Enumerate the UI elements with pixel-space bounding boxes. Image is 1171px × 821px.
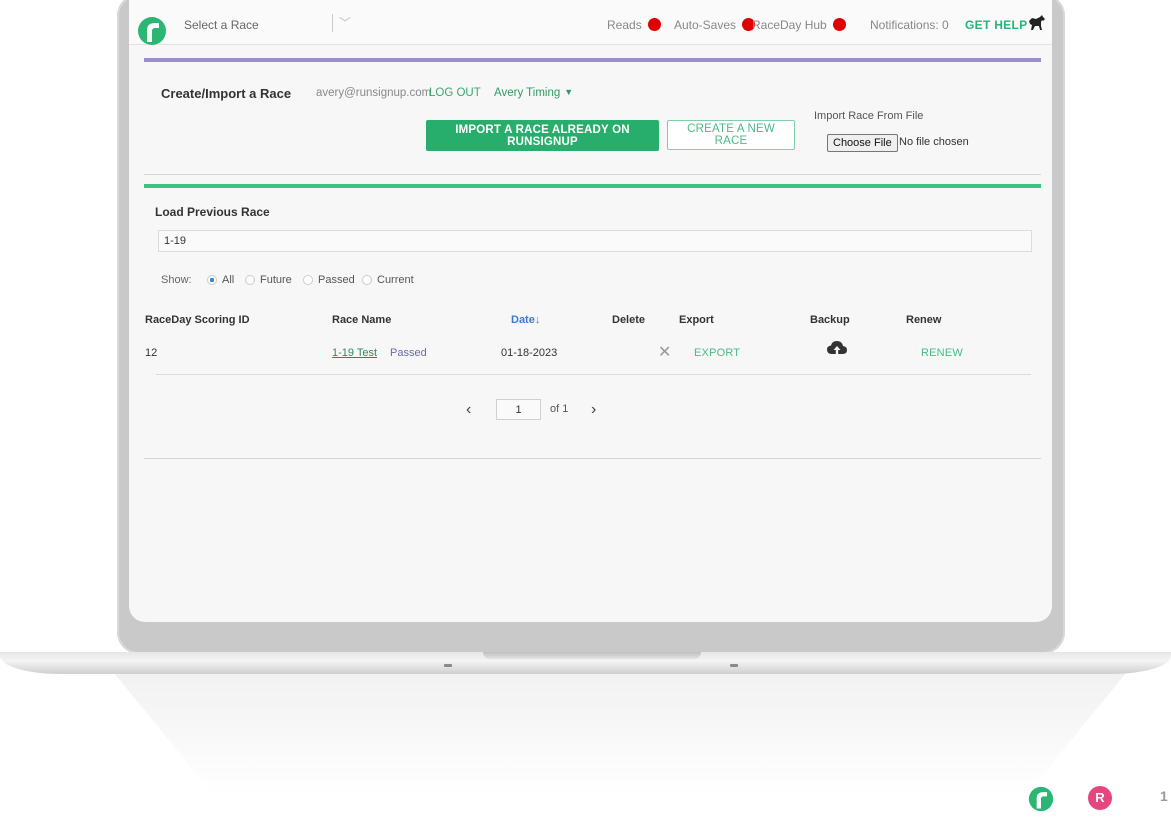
logout-link[interactable]: LOG OUT: [429, 87, 481, 99]
delete-icon[interactable]: ✕: [658, 342, 671, 362]
hub-label: RaceDay Hub: [752, 18, 827, 32]
reads-status: Reads: [607, 18, 661, 32]
user-email: avery@runsignup.com: [316, 87, 432, 99]
top-bar: Select a Race ﹀ Reads Auto-Saves RaceDay…: [129, 0, 1052, 45]
filter-future[interactable]: Future: [245, 274, 292, 286]
create-import-title: Create/Import a Race: [161, 86, 292, 101]
cloud-upload-icon[interactable]: [827, 341, 847, 358]
load-race-title: Load Previous Race: [155, 205, 270, 219]
filter-all[interactable]: All: [207, 274, 234, 286]
horse-icon[interactable]: [1028, 15, 1046, 31]
file-status: No file chosen: [899, 136, 969, 148]
chevron-right-icon[interactable]: ›: [591, 401, 596, 419]
status-dot-icon: [647, 18, 661, 31]
race-id: 12: [145, 347, 158, 359]
race-date: 01-18-2023: [501, 347, 558, 359]
load-race-card: Load Previous Race Show: All Future Pass…: [144, 184, 1041, 459]
race-select[interactable]: Select a Race: [184, 18, 259, 32]
header-date-sort[interactable]: Date↓: [511, 314, 540, 326]
status-badge: Passed: [390, 347, 427, 359]
get-help-link[interactable]: GET HELP: [965, 18, 1027, 32]
raceday-hub-status: RaceDay Hub: [752, 18, 846, 32]
raceday-brand-icon: R: [1088, 786, 1112, 810]
race-name-link[interactable]: 1-19 Test: [332, 347, 377, 359]
app-screen: Select a Race ﹀ Reads Auto-Saves RaceDay…: [129, 0, 1052, 622]
chevron-down-icon[interactable]: ﹀: [339, 14, 351, 31]
corner-number: 1: [1160, 788, 1168, 804]
show-label: Show:: [161, 274, 192, 286]
create-import-card: Create/Import a Race avery@runsignup.com…: [144, 58, 1041, 175]
import-file-label: Import Race From File: [814, 110, 924, 122]
autosaves-label: Auto-Saves: [674, 18, 737, 32]
header-scoring-id: RaceDay Scoring ID: [145, 314, 250, 326]
renew-link[interactable]: RENEW: [921, 347, 963, 359]
chevron-left-icon[interactable]: ‹: [466, 401, 471, 419]
page-number-input[interactable]: [496, 399, 541, 420]
laptop-foot: [730, 664, 738, 667]
filter-label: Passed: [318, 274, 355, 286]
filter-current[interactable]: Current: [362, 274, 414, 286]
filter-label: All: [222, 274, 235, 286]
reads-label: Reads: [607, 18, 642, 32]
account-name: Avery Timing: [494, 87, 561, 99]
filter-label: Future: [260, 274, 292, 286]
filter-passed[interactable]: Passed: [303, 274, 355, 286]
race-search-input[interactable]: [158, 230, 1032, 252]
header-export: Export: [679, 314, 714, 326]
radio-icon: [303, 275, 313, 285]
header-backup: Backup: [810, 314, 850, 326]
runsignup-brand-icon: [1028, 786, 1054, 812]
radio-icon: [207, 275, 217, 285]
header-renew: Renew: [906, 314, 942, 326]
import-race-button[interactable]: IMPORT A RACE ALREADY ON RUNSIGNUP: [426, 120, 659, 151]
filter-label: Current: [377, 274, 414, 286]
row-divider: [156, 374, 1031, 375]
laptop-shadow: [110, 668, 1130, 818]
caret-down-icon: ▼: [564, 87, 574, 97]
create-race-button[interactable]: CREATE A NEW RACE: [667, 120, 795, 150]
select-divider: [332, 14, 333, 32]
laptop-notch: [483, 652, 701, 659]
header-delete: Delete: [612, 314, 646, 326]
radio-icon: [245, 275, 255, 285]
notifications[interactable]: Notifications: 0: [870, 18, 949, 32]
choose-file-button[interactable]: Choose File: [827, 134, 898, 152]
export-link[interactable]: EXPORT: [694, 347, 740, 359]
page-count: of 1: [550, 403, 569, 415]
runsignup-logo-icon[interactable]: [137, 16, 167, 46]
header-race-name: Race Name: [332, 314, 392, 326]
account-dropdown[interactable]: Avery Timing ▼: [494, 87, 573, 99]
laptop-foot: [444, 664, 452, 667]
status-dot-icon: [832, 18, 846, 31]
autosaves-status: Auto-Saves: [674, 18, 756, 32]
radio-icon: [362, 275, 372, 285]
